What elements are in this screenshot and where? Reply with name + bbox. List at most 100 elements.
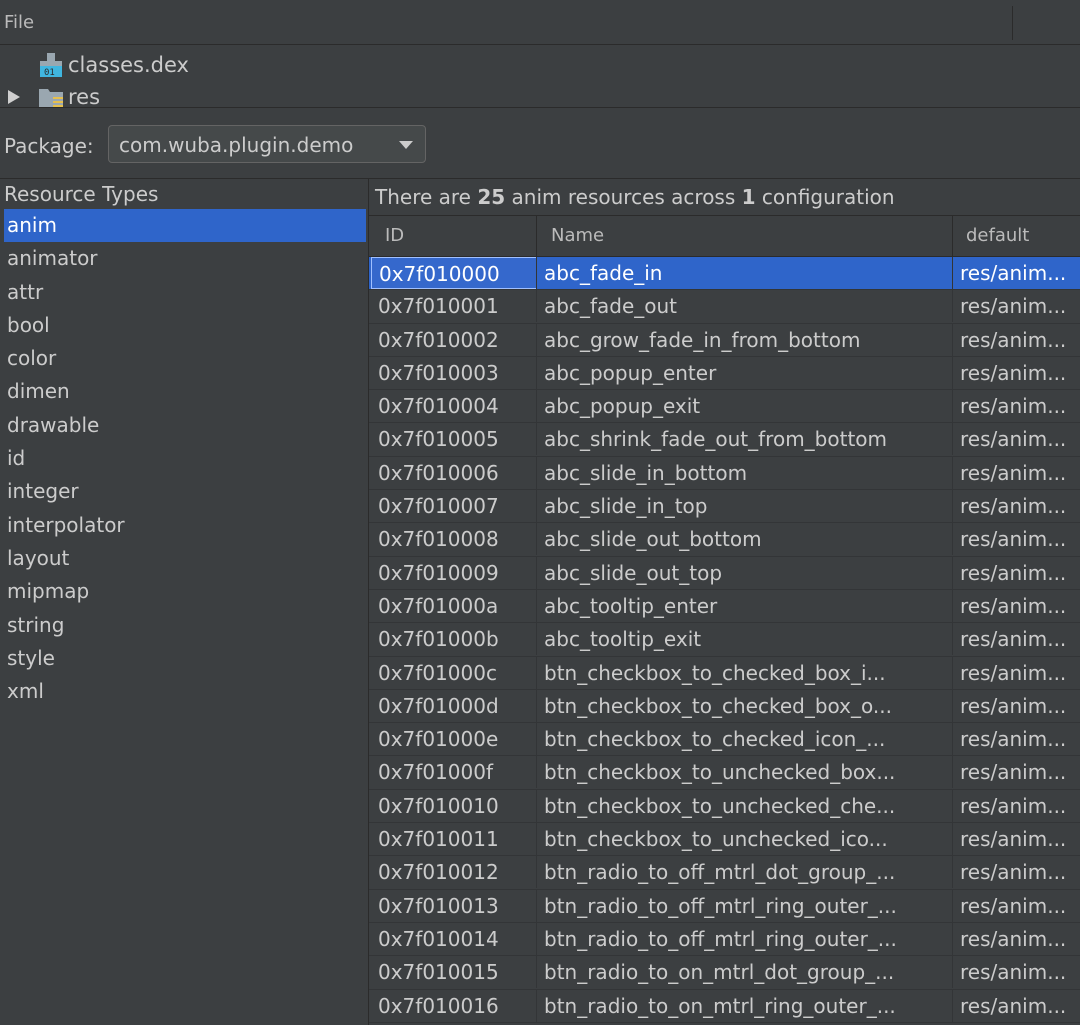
- dex-file-icon: 01: [38, 53, 64, 78]
- configuration-count: 1: [741, 185, 756, 209]
- cell-id: 0x7f010001: [378, 294, 499, 319]
- cell-id: 0x7f010015: [378, 960, 499, 985]
- cell-id: 0x7f010010: [378, 793, 499, 818]
- cell-id: 0x7f010014: [378, 926, 499, 951]
- tree-item-label: res: [68, 85, 101, 109]
- package-dropdown[interactable]: com.wuba.plugin.demo: [108, 125, 426, 163]
- table-row[interactable]: 0x7f010015 btn_radio_to_on_mtrl_dot_group…: [369, 956, 1080, 990]
- table-row[interactable]: 0x7f010011 btn_checkbox_to_unchecked_ico.…: [369, 823, 1080, 857]
- resource-type-integer[interactable]: integer: [4, 475, 366, 508]
- resource-type-string[interactable]: string: [4, 609, 366, 642]
- table-row[interactable]: 0x7f01000e btn_checkbox_to_checked_icon_.…: [369, 723, 1080, 757]
- table-row[interactable]: 0x7f010000 abc_fade_in res/anim...: [369, 257, 1080, 291]
- resource-type-anim[interactable]: anim: [4, 209, 366, 243]
- package-bar: Package: com.wuba.plugin.demo: [0, 108, 1080, 179]
- resource-types-title: Resource Types: [4, 182, 159, 206]
- cell-name: abc_fade_in: [536, 257, 953, 289]
- folder-icon: [38, 85, 64, 109]
- resource-type-attr[interactable]: attr: [4, 276, 366, 309]
- table-row[interactable]: 0x7f010007 abc_slide_in_top res/anim...: [369, 490, 1080, 524]
- table-row[interactable]: 0x7f010004 abc_popup_exit res/anim...: [369, 390, 1080, 424]
- cell-default: res/anim...: [952, 556, 1078, 589]
- table-row[interactable]: 0x7f01000d btn_checkbox_to_checked_box_o.…: [369, 689, 1080, 724]
- resource-type-bool[interactable]: bool: [4, 309, 366, 342]
- tree-item-classes-dex[interactable]: 01 classes.dex: [38, 50, 189, 80]
- cell-name: abc_shrink_fade_out_from_bottom: [536, 423, 953, 456]
- svg-text:01: 01: [44, 68, 55, 77]
- cell-default: res/anim...: [952, 956, 1078, 989]
- chevron-down-icon: [399, 141, 413, 149]
- resource-type-drawable[interactable]: drawable: [4, 409, 366, 442]
- resource-table: 0x7f010000 abc_fade_in res/anim... 0x7f0100…: [369, 257, 1080, 1023]
- resource-type-interpolator[interactable]: interpolator: [4, 509, 366, 542]
- table-row[interactable]: 0x7f010012 btn_radio_to_off_mtrl_dot_grou…: [369, 856, 1080, 890]
- column-header-id[interactable]: ID: [385, 225, 404, 246]
- file-menu[interactable]: File: [4, 12, 34, 33]
- cell-id: 0x7f01000b: [378, 627, 499, 652]
- table-row[interactable]: 0x7f010016 btn_radio_to_on_mtrl_ring_oute…: [369, 989, 1080, 1023]
- cell-id: 0x7f010012: [378, 860, 499, 885]
- cell-name: abc_popup_enter: [536, 356, 953, 389]
- column-divider[interactable]: [952, 216, 953, 256]
- table-header: ID Name default: [369, 215, 1080, 257]
- table-row[interactable]: 0x7f010002 abc_grow_fade_in_from_bottom re…: [369, 323, 1080, 357]
- resource-type-mipmap[interactable]: mipmap: [4, 575, 366, 608]
- cell-name: abc_fade_out: [536, 290, 953, 323]
- cell-id: 0x7f010006: [378, 460, 499, 485]
- column-header-default[interactable]: default: [966, 225, 1029, 246]
- cell-name: abc_popup_exit: [536, 390, 953, 423]
- cell-name: abc_slide_out_bottom: [536, 523, 953, 556]
- table-row[interactable]: 0x7f010001 abc_fade_out res/anim...: [369, 290, 1080, 324]
- cell-id: 0x7f010011: [378, 827, 499, 852]
- table-row[interactable]: 0x7f010008 abc_slide_out_bottom res/anim..…: [369, 523, 1080, 557]
- resource-type-style[interactable]: style: [4, 642, 366, 675]
- cell-default: res/anim...: [952, 290, 1078, 323]
- table-row[interactable]: 0x7f010003 abc_popup_enter res/anim...: [369, 356, 1080, 391]
- cell-name: btn_radio_to_off_mtrl_ring_outer_...: [536, 922, 953, 955]
- table-row[interactable]: 0x7f01000b abc_tooltip_exit res/anim...: [369, 623, 1080, 657]
- resource-type-animator[interactable]: animator: [4, 242, 366, 275]
- resource-type-xml[interactable]: xml: [4, 675, 366, 708]
- cell-default: res/anim...: [952, 756, 1078, 789]
- cell-name: abc_tooltip_enter: [536, 589, 953, 622]
- expand-arrow-icon[interactable]: [8, 90, 20, 104]
- column-header-name[interactable]: Name: [551, 225, 604, 246]
- table-row[interactable]: 0x7f01000a abc_tooltip_enter res/anim...: [369, 589, 1080, 624]
- resource-type-dimen[interactable]: dimen: [4, 375, 366, 408]
- cell-id: 0x7f010003: [378, 360, 499, 385]
- menu-bar: File: [0, 0, 1080, 45]
- table-row[interactable]: 0x7f01000c btn_checkbox_to_checked_box_i.…: [369, 656, 1080, 690]
- cell-default: res/anim...: [952, 257, 1078, 289]
- cell-name: btn_checkbox_to_checked_box_o...: [536, 689, 953, 722]
- resource-summary: There are 25 anim resources across 1 con…: [375, 185, 895, 209]
- cell-default: res/anim...: [952, 523, 1078, 556]
- cell-name: btn_checkbox_to_checked_box_i...: [536, 656, 953, 689]
- menu-separator: [1012, 6, 1013, 40]
- cell-id: 0x7f010002: [378, 327, 499, 352]
- cell-id: 0x7f010005: [378, 427, 499, 452]
- cell-name: abc_slide_in_top: [536, 490, 953, 523]
- cell-default: res/anim...: [952, 989, 1078, 1022]
- resource-type-color[interactable]: color: [4, 342, 366, 375]
- cell-name: btn_radio_to_off_mtrl_dot_group_...: [536, 856, 953, 889]
- table-row[interactable]: 0x7f01000f btn_checkbox_to_unchecked_box.…: [369, 756, 1080, 790]
- table-row[interactable]: 0x7f010009 abc_slide_out_top res/anim...: [369, 556, 1080, 590]
- package-value: com.wuba.plugin.demo: [119, 133, 354, 157]
- cell-name: btn_radio_to_on_mtrl_dot_group_...: [536, 956, 953, 989]
- cell-id: 0x7f010016: [378, 993, 499, 1018]
- resource-type-id[interactable]: id: [4, 442, 366, 475]
- cell-default: res/anim...: [952, 689, 1078, 722]
- cell-name: btn_checkbox_to_unchecked_ico...: [536, 823, 953, 856]
- table-row[interactable]: 0x7f010014 btn_radio_to_off_mtrl_ring_out…: [369, 922, 1080, 957]
- cell-id: 0x7f01000c: [378, 660, 497, 685]
- cell-id: 0x7f010007: [378, 494, 499, 519]
- file-tree: 01 classes.dex res: [0, 45, 1080, 109]
- resource-type-layout[interactable]: layout: [4, 542, 366, 575]
- table-row[interactable]: 0x7f010006 abc_slide_in_bottom res/anim...: [369, 456, 1080, 491]
- cell-default: res/anim...: [952, 889, 1078, 922]
- column-divider[interactable]: [536, 216, 537, 256]
- table-row[interactable]: 0x7f010010 btn_checkbox_to_unchecked_che.…: [369, 789, 1080, 824]
- cell-name: btn_radio_to_on_mtrl_ring_outer_...: [536, 989, 953, 1022]
- table-row[interactable]: 0x7f010005 abc_shrink_fade_out_from_botto…: [369, 423, 1080, 457]
- table-row[interactable]: 0x7f010013 btn_radio_to_off_mtrl_ring_out…: [369, 889, 1080, 923]
